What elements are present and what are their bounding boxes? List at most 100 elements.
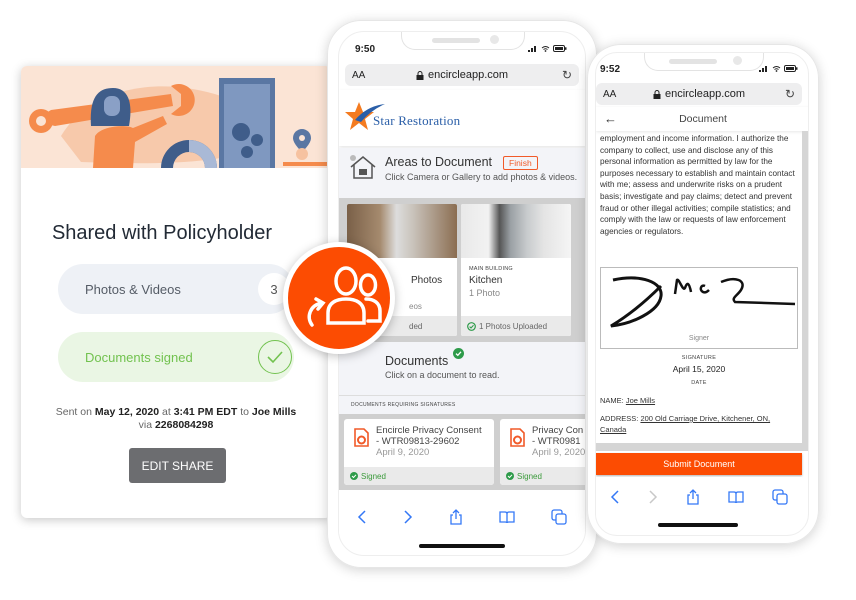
- signature-label: SIGNATURE: [681, 355, 717, 361]
- document-scrollbar[interactable]: [802, 131, 808, 443]
- recipient-name: Joe Mills: [251, 406, 297, 418]
- pdf-document-icon: [510, 428, 525, 447]
- bookmarks-icon[interactable]: [499, 510, 515, 524]
- forward-icon[interactable]: [648, 490, 658, 504]
- url-text: encircleapp.com: [427, 69, 509, 81]
- notch: [401, 32, 525, 50]
- speaker: [432, 38, 480, 43]
- documents-complete-icon: [453, 348, 464, 359]
- document-text: employment and income information. I aut…: [600, 134, 795, 236]
- document-status: Signed: [500, 467, 585, 485]
- photos-videos-row[interactable]: Photos & Videos 3: [58, 264, 294, 314]
- address-field: ADDRESS: 200 Old Carriage Drive, Kitchen…: [600, 413, 796, 435]
- tile-name: Kitchen: [469, 275, 503, 286]
- address-label: ADDRESS:: [600, 414, 639, 423]
- tile-status-text: 1 Photos Uploaded: [479, 321, 548, 331]
- front-camera: [490, 35, 499, 44]
- document-id: - WTR0981: [532, 436, 581, 447]
- sent-to-text: to: [240, 406, 249, 418]
- document-body: employment and income information. I aut…: [596, 131, 802, 441]
- url-display: encircleapp.com: [345, 69, 579, 81]
- check-circle-icon: [350, 472, 358, 480]
- check-circle-icon: [467, 321, 476, 331]
- signer-label: Signer: [688, 335, 710, 343]
- date-label: DATE: [691, 380, 707, 386]
- recipient-phone: 2268084298: [154, 419, 214, 431]
- reader-aa-button[interactable]: AA: [352, 70, 365, 81]
- document-cards: Encircle Privacy Consent - WTR09813-2960…: [339, 414, 585, 490]
- back-arrow-icon[interactable]: ←: [604, 111, 617, 126]
- lock-icon: [416, 70, 424, 80]
- share-with-users-badge: [283, 242, 395, 354]
- submit-document-button[interactable]: Submit Document: [596, 453, 802, 475]
- battery-icon: [784, 65, 798, 72]
- document-card[interactable]: Encircle Privacy Consent - WTR09813-2960…: [344, 419, 494, 485]
- home-indicator: [419, 544, 505, 548]
- pdf-document-icon: [354, 428, 369, 447]
- document-title: Encircle Privacy Consent: [376, 425, 482, 436]
- share-users-icon: [307, 266, 382, 327]
- sent-info: Sent on May 12, 2020 at 3:41 PM EDT to J…: [21, 406, 331, 432]
- signature-box[interactable]: Signer: [600, 267, 798, 349]
- document-status-text: Signed: [361, 471, 386, 481]
- address-bar[interactable]: AA encircleapp.com ↻: [596, 83, 802, 105]
- address-bar[interactable]: AA encircleapp.com ↻: [345, 64, 579, 86]
- area-tile[interactable]: MAIN BUILDING Kitchen 1 Photo 1 Photos U…: [461, 204, 571, 336]
- sent-date: May 12, 2020: [94, 406, 160, 418]
- tile-status: 1 Photos Uploaded: [461, 316, 571, 336]
- url-display: encircleapp.com: [596, 88, 802, 100]
- share-icon[interactable]: [449, 509, 463, 525]
- back-icon[interactable]: [357, 510, 367, 524]
- areas-title: Areas to Document: [385, 155, 492, 169]
- url-text: encircleapp.com: [664, 88, 746, 100]
- documents-title: Documents: [385, 354, 449, 368]
- tabs-icon[interactable]: [551, 509, 567, 525]
- card-title: Shared with Policyholder: [51, 222, 273, 244]
- areas-to-document-section: Areas to Document Finish Click Camera or…: [339, 148, 585, 200]
- status-time: 9:50: [355, 44, 376, 55]
- tile-count: eos: [409, 302, 422, 311]
- photos-videos-label: Photos & Videos: [85, 281, 181, 297]
- reload-icon[interactable]: ↻: [562, 68, 572, 82]
- lock-icon: [653, 89, 661, 99]
- back-icon[interactable]: [610, 490, 620, 504]
- signal-icon: [759, 66, 767, 72]
- brand-header: Star Restoration: [339, 90, 585, 146]
- house-icon: [350, 155, 376, 179]
- reload-icon[interactable]: ↻: [785, 87, 795, 101]
- tabs-icon[interactable]: [772, 489, 788, 505]
- check-circle-icon: [506, 472, 514, 480]
- finish-button[interactable]: Finish: [503, 156, 538, 170]
- documents-subtitle: Click on a document to read.: [385, 370, 500, 380]
- signature-date: April 15, 2020: [672, 364, 726, 374]
- home-indicator: [658, 523, 738, 527]
- wifi-icon: [772, 66, 781, 72]
- document-card[interactable]: Privacy Con - WTR0981 April 9, 2020 Sign…: [500, 419, 585, 485]
- tile-count: 1 Photo: [469, 288, 501, 298]
- signal-icon: [528, 46, 536, 52]
- documents-requiring-signatures-label: DOCUMENTS REQUIRING SIGNATURES: [339, 396, 585, 414]
- stage: Shared with Policyholder Photos & Videos…: [0, 0, 856, 600]
- document-status: Signed: [344, 467, 494, 485]
- reader-aa-button[interactable]: AA: [603, 89, 616, 100]
- document-date: April 9, 2020: [532, 447, 586, 458]
- tile-status-text: ded: [409, 321, 423, 331]
- front-camera: [733, 56, 742, 65]
- documents-signed-row[interactable]: Documents signed: [58, 332, 294, 382]
- brand-name: Star Restoration: [373, 113, 461, 128]
- document-header-title: Document: [679, 113, 727, 125]
- bookmarks-icon[interactable]: [728, 490, 744, 504]
- wifi-icon: [541, 46, 550, 52]
- edit-share-button[interactable]: EDIT SHARE: [129, 448, 226, 483]
- sent-prefix: Sent on: [55, 406, 92, 418]
- name-value: Joe Mills: [625, 396, 656, 405]
- check-circle-icon: [258, 340, 292, 374]
- status-icons: [528, 45, 567, 52]
- name-field: NAME: Joe Mills: [600, 395, 655, 406]
- forward-icon[interactable]: [403, 510, 413, 524]
- document-info: Privacy Con - WTR0981 April 9, 2020: [532, 425, 585, 458]
- browser-toolbar: [596, 477, 802, 517]
- document-title: Privacy Con: [532, 425, 584, 436]
- share-icon[interactable]: [686, 489, 700, 505]
- areas-subtitle: Click Camera or Gallery to add photos & …: [385, 172, 578, 182]
